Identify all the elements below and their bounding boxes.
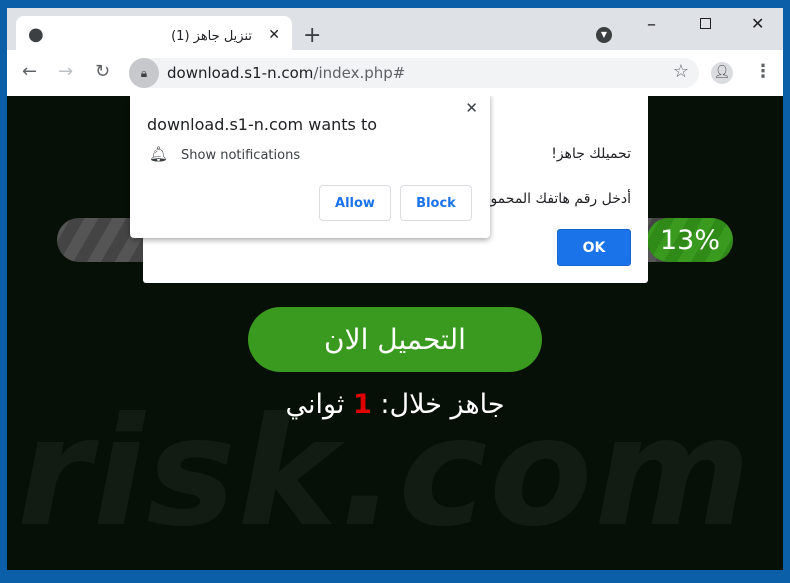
tab-title: (1) تنزيل جاهز	[171, 29, 252, 44]
bell-icon: 🔔︎	[149, 145, 169, 163]
menu-icon[interactable]: ⋮	[754, 63, 772, 81]
new-tab-icon[interactable]: +	[303, 23, 321, 48]
permission-label: Show notifications	[181, 148, 301, 163]
countdown-number: 1	[353, 389, 372, 420]
browser-window: ● (1) تنزيل جاهز ✕ + ▼ – ✕ ← → ↻ 🔒︎ down…	[7, 8, 783, 570]
progress-percent: 13%	[647, 218, 733, 262]
download-now-button[interactable]: التحميل الان	[248, 307, 542, 372]
url-domain: download.s1-n.com	[167, 64, 314, 82]
minimize-icon[interactable]: –	[647, 14, 656, 35]
globe-icon: ●	[28, 24, 44, 45]
url-path: /index.php#	[313, 64, 406, 82]
close-tab-icon[interactable]: ✕	[268, 27, 280, 43]
profile-avatar[interactable]: 👤︎	[711, 62, 733, 84]
reload-icon[interactable]: ↻	[95, 63, 110, 81]
star-icon[interactable]: ☆	[673, 63, 689, 81]
countdown-text: جاهز خلال: 1 ثواني	[7, 389, 783, 420]
popup-title: download.s1-n.com wants to	[147, 115, 378, 134]
tab-search-icon[interactable]: ▼	[596, 27, 612, 43]
allow-button[interactable]: Allow	[319, 185, 391, 221]
alert-message-line1: تحميلك جاهز!	[551, 146, 631, 162]
alert-message-line2: أدخل رقم هاتفك المحمول	[480, 191, 631, 207]
notification-permission-popup: ✕ download.s1-n.com wants to 🔔︎ Show not…	[130, 96, 490, 238]
countdown-suffix: ثواني	[285, 389, 345, 420]
address-bar[interactable]: 🔒︎ download.s1-n.com/index.php# ☆	[129, 58, 699, 88]
close-icon[interactable]: ✕	[465, 99, 478, 117]
back-icon[interactable]: ←	[22, 63, 37, 81]
forward-icon[interactable]: →	[58, 63, 73, 81]
countdown-prefix: جاهز خلال:	[380, 389, 505, 420]
maximize-icon[interactable]	[700, 18, 711, 29]
web-page: risk.com 13% تحميلك جاهز! أدخل رقم هاتفك…	[7, 96, 783, 570]
url-text: download.s1-n.com/index.php#	[167, 64, 405, 82]
close-window-icon[interactable]: ✕	[751, 14, 764, 33]
toolbar: ← → ↻ 🔒︎ download.s1-n.com/index.php# ☆ …	[7, 50, 783, 96]
ok-button[interactable]: OK	[557, 229, 631, 266]
lock-icon[interactable]: 🔒︎	[129, 58, 159, 88]
block-button[interactable]: Block	[400, 185, 472, 221]
